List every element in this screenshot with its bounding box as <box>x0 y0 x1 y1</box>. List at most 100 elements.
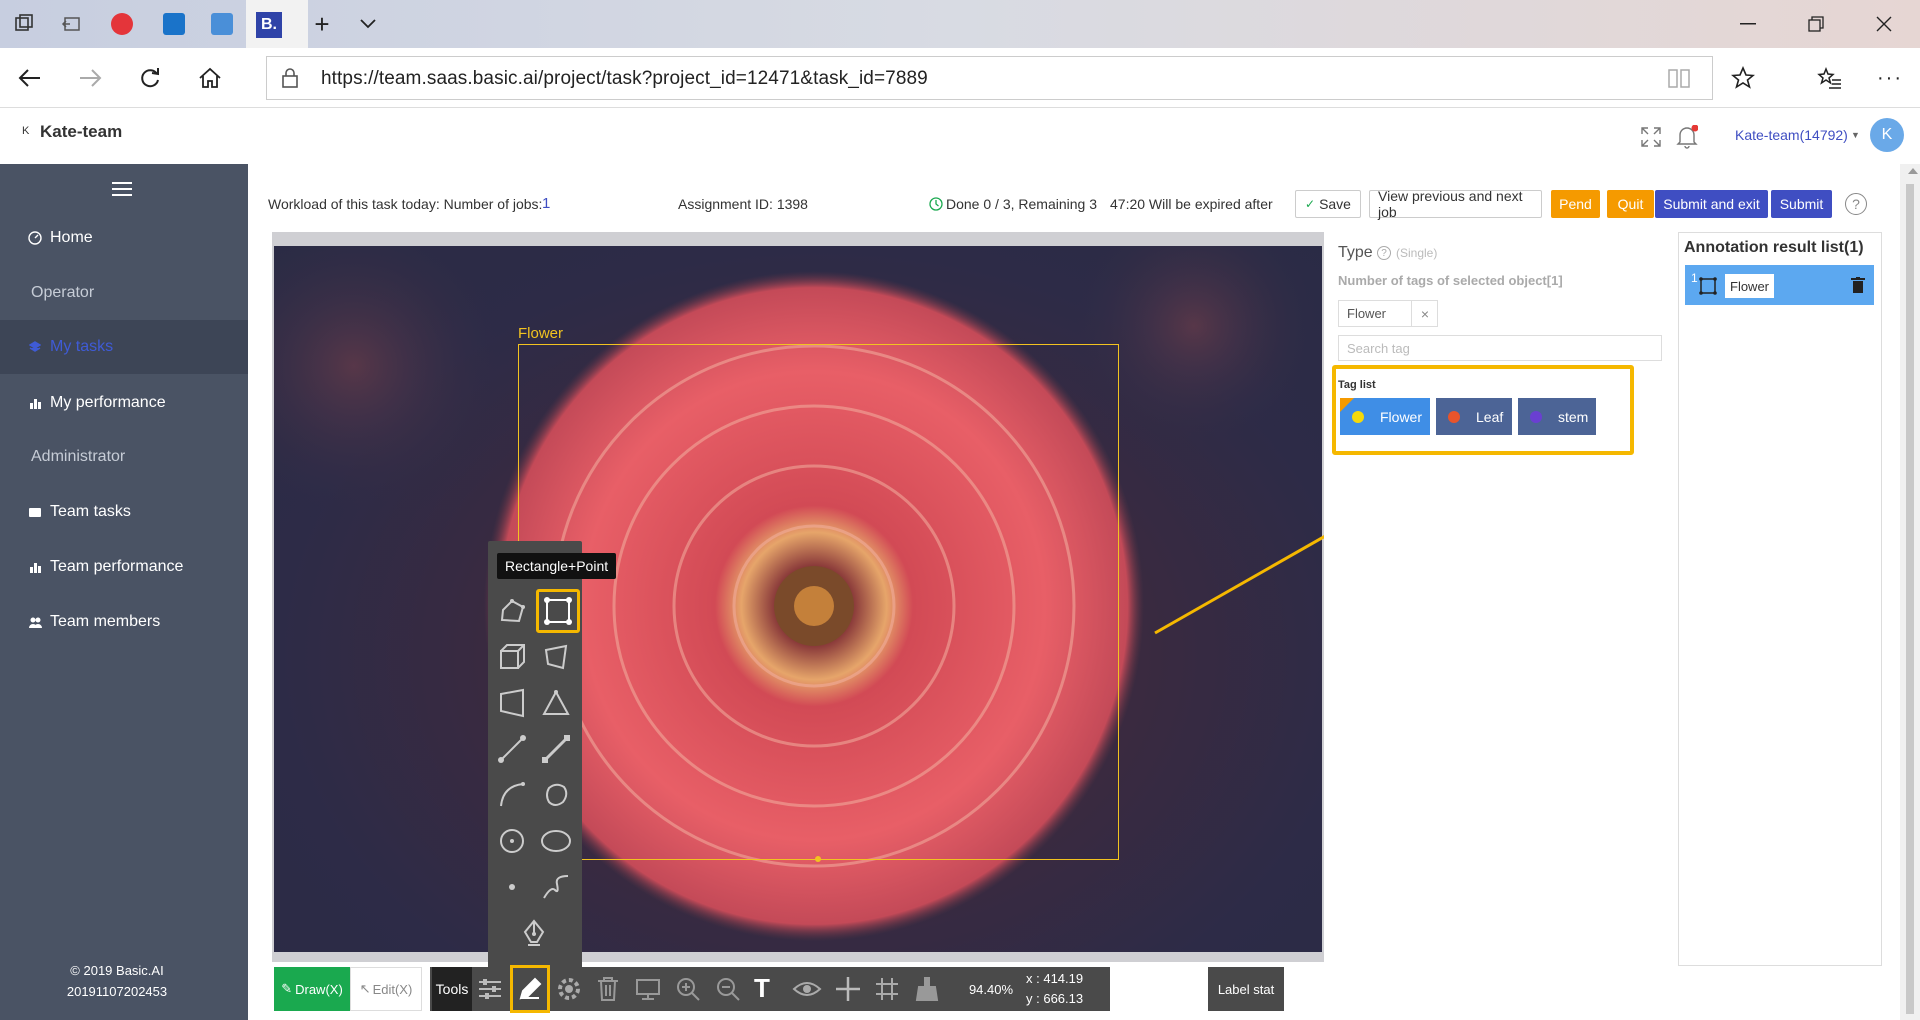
curve-tool-icon[interactable] <box>492 775 532 815</box>
sliders-icon[interactable] <box>476 975 504 1006</box>
tag-button-stem[interactable]: stem <box>1518 398 1596 435</box>
draw-mode-button[interactable]: ✎ Draw(X) <box>274 967 350 1011</box>
tag-color-dot <box>1352 410 1364 423</box>
quit-button[interactable]: Quit <box>1607 190 1654 218</box>
tab-actions-icon[interactable] <box>0 0 48 48</box>
sidebar-item-my-tasks[interactable]: My tasks <box>0 320 248 374</box>
reading-view-icon[interactable] <box>1667 67 1691 92</box>
remove-tag-close-icon[interactable]: × <box>1411 300 1438 327</box>
submit-exit-button[interactable]: Submit and exit <box>1655 190 1768 218</box>
workload-count: 1 <box>542 195 551 212</box>
avatar[interactable]: K <box>1870 118 1904 152</box>
pend-button[interactable]: Pend <box>1551 190 1600 218</box>
clock-icon <box>929 197 943 214</box>
restore-button[interactable] <box>1784 0 1848 48</box>
pen-tool-icon[interactable] <box>514 913 554 953</box>
tool-tooltip: Rectangle+Point <box>497 553 617 579</box>
draw-tool-pencil-icon[interactable] <box>510 965 550 1013</box>
delete-trash-icon[interactable] <box>1851 277 1865 296</box>
workload-label: Workload of this task today: Number of j… <box>268 196 543 212</box>
page-scrollbar[interactable] <box>1900 164 1920 1020</box>
polygon-tool-icon[interactable] <box>492 591 532 631</box>
submit-button[interactable]: Submit <box>1771 190 1832 218</box>
fullscreen-icon[interactable] <box>1640 126 1662 151</box>
sidebar-item-my-performance[interactable]: My performance <box>0 376 248 430</box>
url-text[interactable]: https://team.saas.basic.ai/project/task?… <box>321 68 928 90</box>
label-stat-button[interactable]: Label stat <box>1208 967 1284 1011</box>
freehand-tool-icon[interactable] <box>536 867 576 907</box>
user-menu[interactable]: Kate-team(14792) <box>1735 127 1848 143</box>
coord-x: x : 414.19 <box>1026 971 1084 986</box>
task-progress: Done 0 / 3, Remaining 3 <box>946 196 1097 212</box>
help-icon[interactable]: ? <box>1845 193 1867 215</box>
edit-mode-button[interactable]: ↖ Edit(X) <box>350 967 422 1011</box>
user-menu-caret-icon[interactable]: ▼ <box>1851 130 1860 140</box>
sidebar-item-label: Team members <box>50 613 161 630</box>
freeform-polygon-tool-icon[interactable] <box>536 775 576 815</box>
ellipse-tool-icon[interactable] <box>536 821 576 861</box>
monitor-icon[interactable] <box>634 975 662 1006</box>
save-button[interactable]: ✓ Save <box>1295 190 1361 218</box>
tab-favicon-lightblue[interactable] <box>196 0 248 48</box>
sidebar-item-team-members[interactable]: Team members <box>0 595 248 649</box>
sidebar-item-label: Home <box>50 229 93 246</box>
quadrilateral-tool-icon[interactable] <box>536 637 576 677</box>
set-aside-tabs-icon[interactable] <box>48 0 96 48</box>
minimize-button[interactable] <box>1716 0 1780 48</box>
type-help-icon[interactable]: ? <box>1377 246 1391 260</box>
grid-icon[interactable] <box>873 975 901 1006</box>
home-icon[interactable] <box>192 60 228 96</box>
selected-corner-marker <box>1340 398 1354 412</box>
scrollbar-thumb[interactable] <box>1906 184 1914 1014</box>
zoom-out-icon[interactable] <box>714 975 742 1006</box>
text-tool-icon[interactable]: T <box>754 973 770 1004</box>
settings-gear-icon[interactable] <box>555 975 583 1006</box>
result-item-flower[interactable]: 1 Flower <box>1685 265 1874 305</box>
scroll-up-icon[interactable] <box>1908 168 1918 174</box>
tab-list-chevron-icon[interactable] <box>340 0 396 48</box>
eye-icon[interactable] <box>792 975 822 1006</box>
bounding-box-flower[interactable] <box>518 344 1119 860</box>
tag-button-leaf[interactable]: Leaf <box>1436 398 1512 435</box>
crosshair-icon[interactable] <box>834 975 862 1006</box>
sidebar-section-operator: Operator <box>31 284 95 301</box>
search-tag-input[interactable]: Search tag <box>1338 335 1662 361</box>
cuboid-tool-icon[interactable] <box>492 637 532 677</box>
line-tool-icon[interactable] <box>492 729 532 769</box>
shape-tool-panel <box>488 541 582 971</box>
trash-icon[interactable] <box>595 975 621 1006</box>
bbox-point-handle[interactable] <box>815 856 821 862</box>
address-bar[interactable]: https://team.saas.basic.ai/project/task?… <box>266 56 1713 100</box>
hamburger-menu-icon[interactable] <box>112 182 132 199</box>
coord-y: y : 666.13 <box>1026 991 1084 1006</box>
forward-arrow-icon[interactable] <box>72 60 108 96</box>
triangle-tool-icon[interactable] <box>536 683 576 723</box>
sidebar-item-team-tasks[interactable]: Team tasks <box>0 485 248 539</box>
trapezoid-tool-icon[interactable] <box>492 683 532 723</box>
tag-button-flower[interactable]: Flower <box>1340 398 1430 435</box>
more-menu-icon[interactable]: ··· <box>1872 60 1908 96</box>
circle-tool-icon[interactable] <box>492 821 532 861</box>
result-item-label[interactable]: Flower <box>1725 274 1775 298</box>
refresh-icon[interactable] <box>132 60 168 96</box>
result-title: Annotation result list(1) <box>1684 239 1864 256</box>
notification-bell-icon[interactable] <box>1676 124 1699 152</box>
sidebar-item-home[interactable]: Home <box>0 211 248 265</box>
back-arrow-icon[interactable] <box>12 60 48 96</box>
close-window-button[interactable] <box>1852 0 1916 48</box>
bbox-label: Flower <box>518 325 564 342</box>
rectangle-point-tool-icon[interactable] <box>536 589 580 633</box>
polyline-tool-icon[interactable] <box>536 729 576 769</box>
tab-favicon-red[interactable] <box>96 0 148 48</box>
sidebar-item-team-performance[interactable]: Team performance <box>0 540 248 594</box>
sidebar-item-label: Team performance <box>50 558 184 575</box>
point-tool-icon[interactable] <box>492 867 532 907</box>
brush-icon[interactable] <box>913 975 941 1006</box>
tab-favicon-blue[interactable] <box>148 0 200 48</box>
view-prev-next-button[interactable]: View previous and next job <box>1369 188 1542 220</box>
zoom-in-icon[interactable] <box>674 975 702 1006</box>
sidebar-footer-copyright: © 2019 Basic.AI <box>70 963 164 978</box>
users-icon <box>28 616 42 628</box>
favorites-list-icon[interactable] <box>1812 60 1848 96</box>
favorite-star-icon[interactable] <box>1725 60 1761 96</box>
